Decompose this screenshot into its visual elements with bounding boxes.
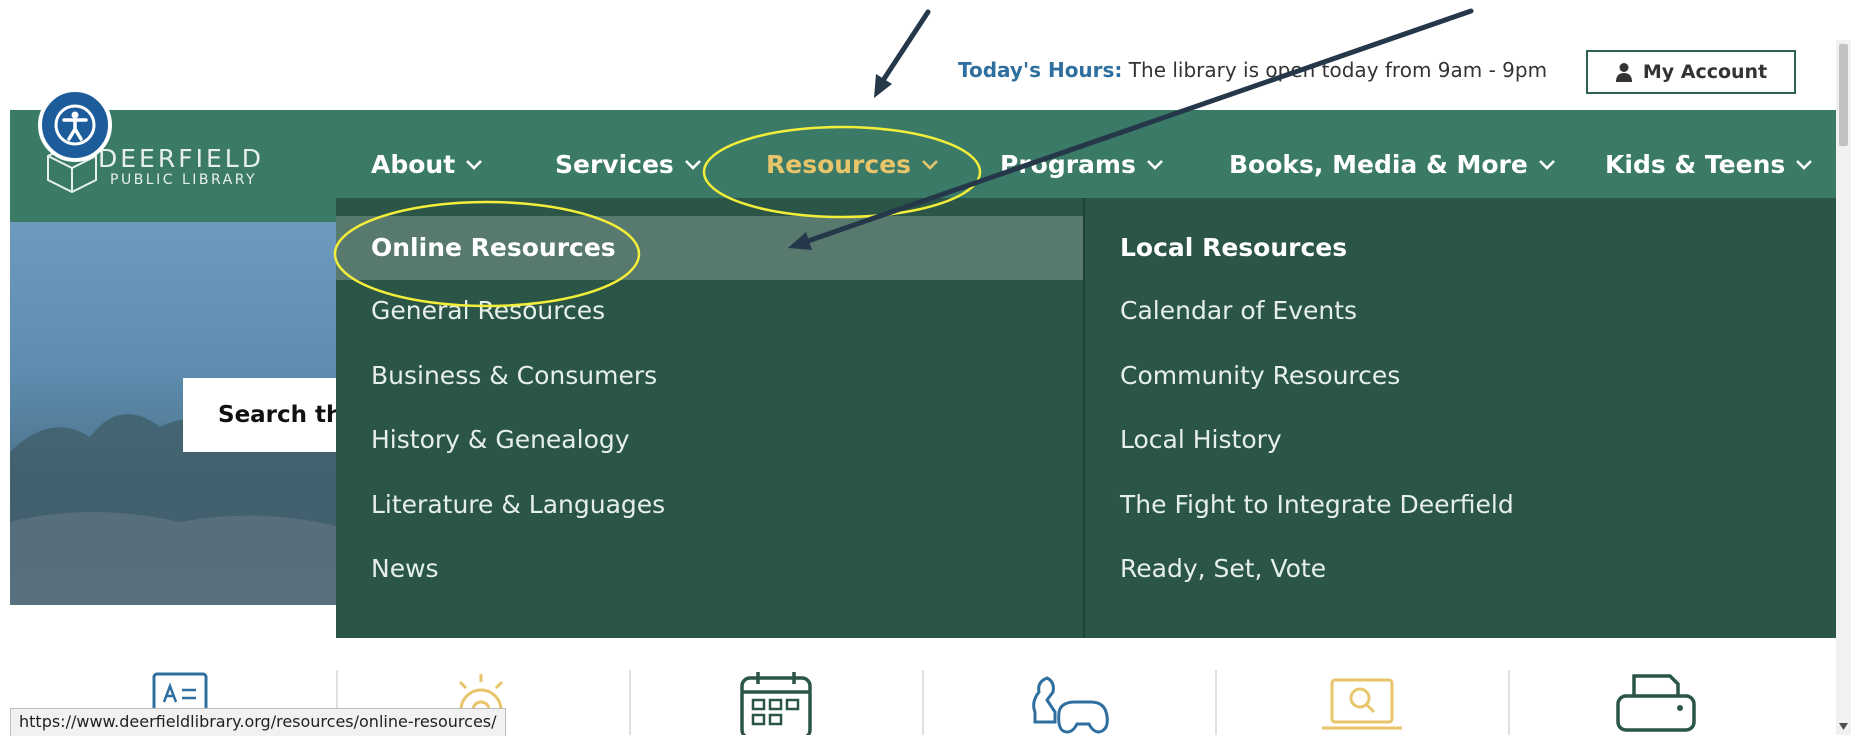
nav-books-media-label: Books, Media & More — [1229, 150, 1528, 179]
menu-link-fight-to-integrate[interactable]: The Fight to Integrate Deerfield — [1120, 490, 1514, 519]
chevron-down-icon — [1796, 159, 1813, 170]
icon-separator — [1215, 670, 1217, 735]
hours-text: The library is open today from 9am - 9pm — [1128, 58, 1548, 82]
nav-resources-label: Resources — [766, 150, 912, 179]
chevron-down-icon — [922, 159, 938, 170]
menu-link-history-genealogy[interactable]: History & Genealogy — [371, 425, 630, 454]
menu-link-calendar-of-events[interactable]: Calendar of Events — [1120, 296, 1357, 325]
catalog-search-box[interactable]: Search th — [183, 378, 353, 452]
icon-separator — [629, 670, 631, 735]
printer-icon[interactable] — [1614, 672, 1698, 735]
logo-line-deerfield: DEERFIELD — [98, 144, 264, 173]
nav-programs[interactable]: Programs — [1000, 150, 1164, 179]
accessibility-icon — [54, 104, 96, 146]
accessibility-button[interactable] — [38, 88, 112, 162]
nav-services-label: Services — [555, 150, 674, 179]
nav-programs-label: Programs — [1000, 150, 1136, 179]
menu-link-community-resources[interactable]: Community Resources — [1120, 361, 1400, 390]
icon-separator — [922, 670, 924, 735]
scroll-down-arrow-icon[interactable] — [1838, 722, 1849, 731]
laptop-search-icon[interactable] — [1320, 676, 1404, 735]
menu-link-local-history[interactable]: Local History — [1120, 425, 1282, 454]
menu-link-ready-set-vote[interactable]: Ready, Set, Vote — [1120, 554, 1326, 583]
menu-heading-online-resources[interactable]: Online Resources — [371, 233, 616, 262]
menu-link-business-consumers[interactable]: Business & Consumers — [371, 361, 657, 390]
calendar-icon[interactable] — [738, 670, 814, 735]
chevron-down-icon — [684, 159, 701, 170]
user-icon — [1615, 63, 1632, 82]
menu-link-general-resources[interactable]: General Resources — [371, 296, 605, 325]
menu-heading-local-resources[interactable]: Local Resources — [1120, 233, 1347, 262]
dropdown-divider — [1083, 198, 1085, 638]
nav-kids-teens[interactable]: Kids & Teens — [1605, 150, 1813, 179]
search-box-label: Search th — [218, 402, 343, 428]
nav-services[interactable]: Services — [555, 150, 702, 179]
nav-books-media-more[interactable]: Books, Media & More — [1229, 150, 1556, 179]
todays-hours: Today's Hours: The library is open today… — [958, 58, 1547, 82]
arrow-to-resources — [874, 9, 931, 98]
menu-link-news[interactable]: News — [371, 554, 439, 583]
nav-resources[interactable]: Resources — [766, 150, 939, 179]
nav-about-label: About — [371, 150, 456, 179]
chess-gamepad-icon[interactable] — [1025, 672, 1113, 735]
logo-line-public-library: PUBLIC LIBRARY — [110, 172, 258, 188]
icon-separator — [1508, 670, 1510, 735]
hours-label: Today's Hours: — [958, 58, 1123, 82]
chevron-down-icon — [1538, 159, 1555, 170]
chevron-down-icon — [1146, 159, 1163, 170]
my-account-label: My Account — [1642, 61, 1768, 83]
status-bar-url: https://www.deerfieldlibrary.org/resourc… — [10, 708, 506, 736]
scrollbar-thumb[interactable] — [1839, 44, 1848, 146]
nav-kids-teens-label: Kids & Teens — [1605, 150, 1786, 179]
my-account-button[interactable]: My Account — [1586, 50, 1796, 94]
menu-link-literature-languages[interactable]: Literature & Languages — [371, 490, 665, 519]
nav-about[interactable]: About — [371, 150, 483, 179]
chevron-down-icon — [466, 159, 483, 170]
